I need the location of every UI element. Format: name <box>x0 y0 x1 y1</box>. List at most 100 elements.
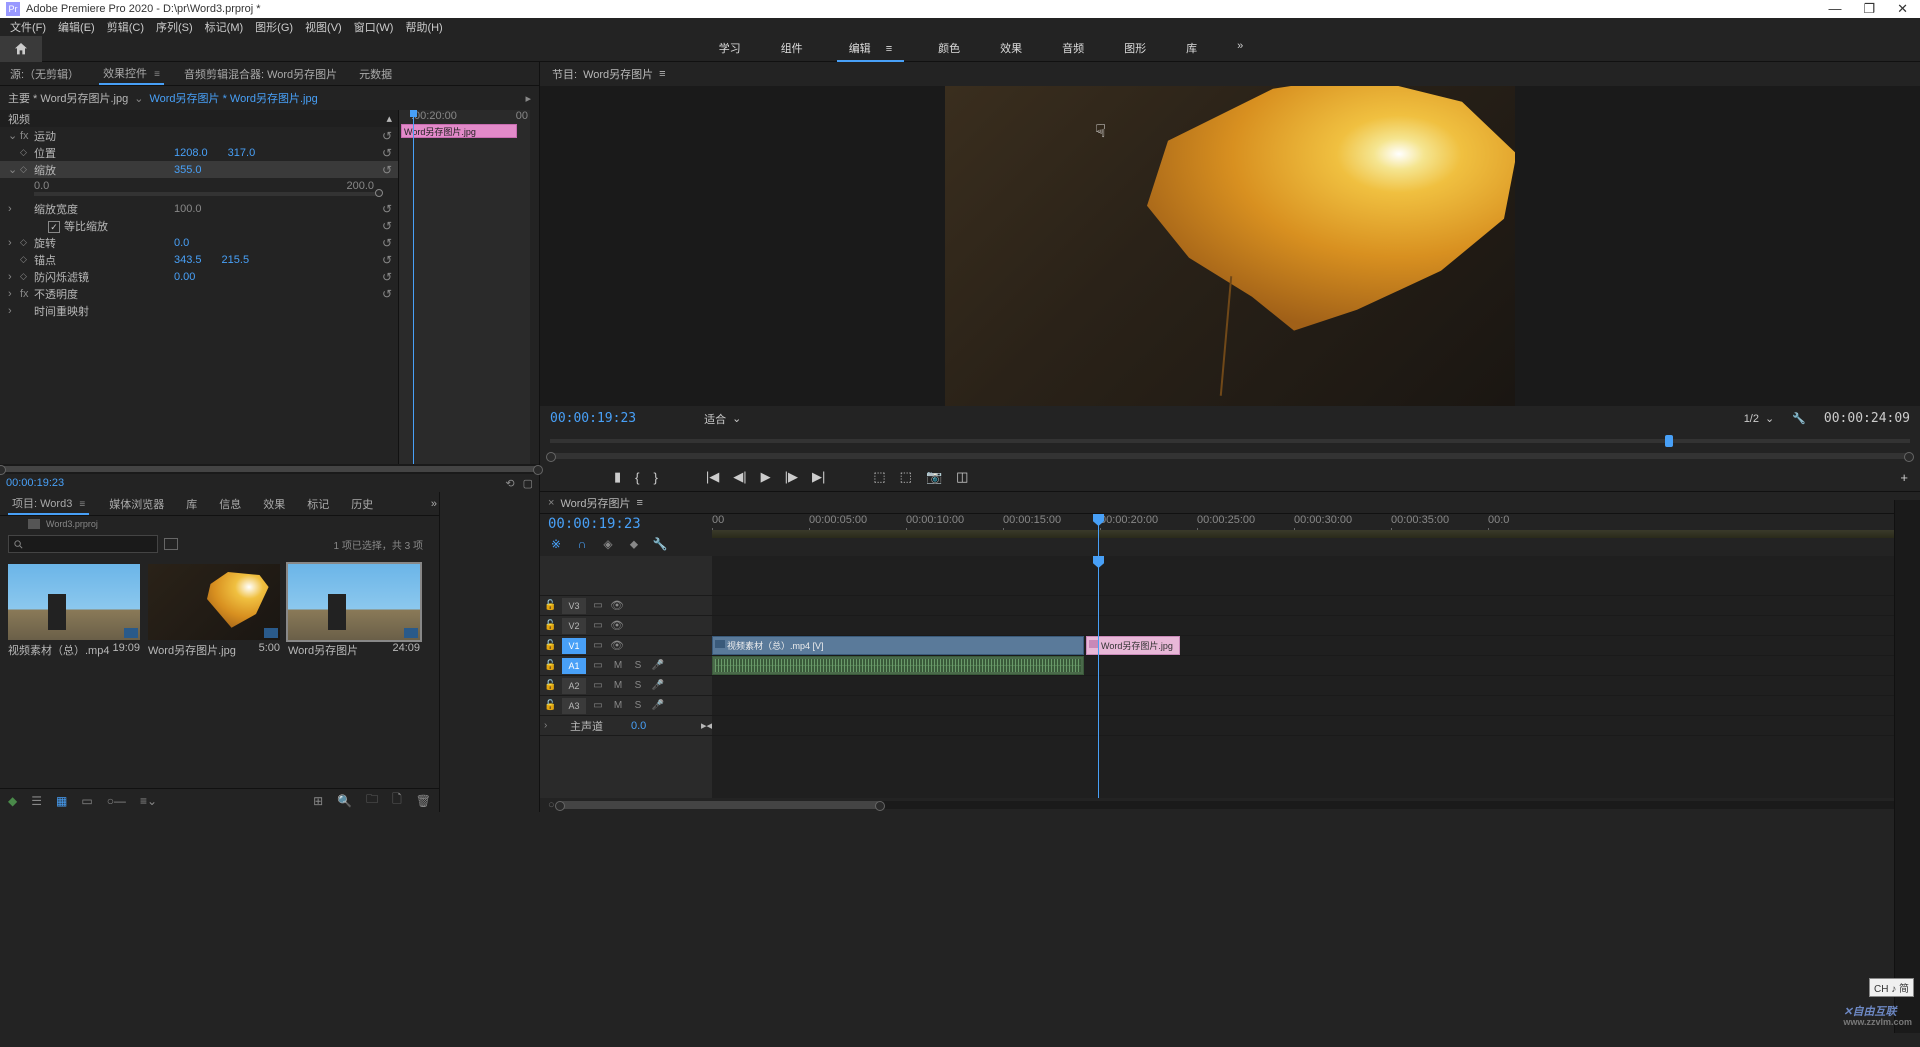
workspace-libraries[interactable]: 库 <box>1180 36 1203 62</box>
timeline-ruler[interactable]: 00 00:00:05:00 00:00:10:00 00:00:15:00 0… <box>712 514 1920 530</box>
ec-anchor-x[interactable]: 343.5 <box>174 254 202 266</box>
mute-icon[interactable]: M <box>610 700 626 711</box>
video-clip[interactable]: 视频素材（总）.mp4 [V] <box>712 636 1084 655</box>
expand-icon[interactable]: › <box>8 237 20 249</box>
track-header-a3[interactable]: 🔓A3▭MS🎤 <box>540 696 712 716</box>
expand-icon[interactable]: ⌄ <box>8 163 20 176</box>
track-name[interactable]: A3 <box>562 698 586 714</box>
mute-icon[interactable]: M <box>610 680 626 691</box>
step-forward-icon[interactable]: |▶ <box>785 469 798 485</box>
panel-menu-icon[interactable]: ≡ <box>637 497 643 509</box>
mark-out-icon[interactable]: } <box>654 470 658 485</box>
tab-media-browser[interactable]: 媒体浏览器 <box>107 494 166 514</box>
export-frame-icon[interactable]: 📷 <box>926 469 942 485</box>
stopwatch-icon[interactable]: ◇ <box>20 164 34 175</box>
master-value[interactable]: 0.0 <box>631 720 646 732</box>
workspace-learn[interactable]: 学习 <box>713 36 747 62</box>
fx-icon[interactable]: fx <box>20 130 34 142</box>
workspace-overflow[interactable]: » <box>1231 36 1249 62</box>
expand-icon[interactable]: › <box>8 203 20 215</box>
sync-lock-icon[interactable]: ▭ <box>590 640 606 651</box>
button-editor-icon[interactable]: + <box>1900 470 1920 485</box>
program-fit-dropdown[interactable]: 适合 ⌄ <box>704 411 741 427</box>
stopwatch-icon[interactable]: ◇ <box>20 147 34 158</box>
keyframe-icon[interactable]: ▸◂ <box>701 719 712 732</box>
freeform-view-icon[interactable]: ▭ <box>81 794 92 808</box>
ec-scale-slider[interactable] <box>34 192 380 196</box>
bin-item[interactable]: Word另存图片.jpg5:00 <box>148 564 280 658</box>
ec-h-scrollbar[interactable] <box>0 464 539 474</box>
timeline-h-scrollbar[interactable] <box>559 801 1902 809</box>
ec-opacity-label[interactable]: 不透明度 <box>34 286 174 302</box>
menu-file[interactable]: 文件(F) <box>8 19 48 35</box>
lock-icon[interactable]: 🔓 <box>544 700 558 711</box>
eye-icon[interactable]: 👁 <box>610 639 626 652</box>
marker-add-icon[interactable]: ▮ <box>614 469 621 485</box>
tab-effects[interactable]: 效果 <box>261 494 287 514</box>
track-v2-lane[interactable] <box>712 616 1920 636</box>
tab-effect-controls[interactable]: 效果控件 ≡ <box>99 63 164 85</box>
timeline-playhead[interactable] <box>1098 514 1099 556</box>
expand-icon[interactable]: › <box>8 271 20 283</box>
ec-timeline-clip[interactable]: Word另存图片.jpg <box>401 124 517 138</box>
expand-icon[interactable]: › <box>8 305 20 317</box>
menu-help[interactable]: 帮助(H) <box>403 19 444 35</box>
workspace-graphics[interactable]: 图形 <box>1118 36 1152 62</box>
comparison-view-icon[interactable]: ◫ <box>956 469 968 485</box>
expand-icon[interactable]: ⌄ <box>8 129 20 142</box>
track-a1-lane[interactable] <box>712 656 1920 676</box>
menu-markers[interactable]: 标记(M) <box>203 19 246 35</box>
ec-footer-timecode[interactable]: 00:00:19:23 <box>6 477 64 489</box>
tab-audio-mixer[interactable]: 音频剪辑混合器: Word另存图片 <box>182 64 339 84</box>
sync-lock-icon[interactable]: ▭ <box>590 700 606 711</box>
lock-icon[interactable]: 🔓 <box>544 600 558 611</box>
wrench-icon[interactable]: 🔧 <box>1792 412 1806 425</box>
track-header-master[interactable]: ›主声道0.0▸◂ <box>540 716 712 736</box>
solo-icon[interactable]: S <box>630 680 646 691</box>
marker-icon[interactable]: ◈ <box>600 536 616 552</box>
timeline-playhead-line[interactable] <box>1098 556 1099 798</box>
new-item-icon[interactable]: ◆ <box>8 794 17 808</box>
stopwatch-icon[interactable]: ◇ <box>20 254 34 265</box>
uniform-scale-checkbox[interactable] <box>48 221 60 233</box>
collapse-icon[interactable]: ▴ <box>386 112 392 125</box>
video-clip-image[interactable]: Word另存图片.jpg <box>1086 636 1180 655</box>
reset-icon[interactable]: ↺ <box>382 287 392 301</box>
track-name[interactable]: V3 <box>562 598 586 614</box>
ec-motion-label[interactable]: 运动 <box>34 128 174 144</box>
chevron-down-icon[interactable]: ⌄ <box>134 92 143 105</box>
voice-over-icon[interactable]: 🎤 <box>650 680 666 691</box>
ec-flicker-value[interactable]: 0.00 <box>174 271 195 283</box>
panel-overflow-icon[interactable]: » <box>429 496 439 512</box>
ec-position-x[interactable]: 1208.0 <box>174 147 208 159</box>
reset-icon[interactable]: ↺ <box>382 270 392 284</box>
tab-info[interactable]: 信息 <box>217 494 243 514</box>
voice-over-icon[interactable]: 🎤 <box>650 700 666 711</box>
list-view-icon[interactable]: ☰ <box>31 794 42 808</box>
ec-clip-link[interactable]: Word另存图片 * Word另存图片.jpg <box>149 90 317 106</box>
ec-position-y[interactable]: 317.0 <box>228 147 256 159</box>
sync-lock-icon[interactable]: ▭ <box>590 680 606 691</box>
play-icon[interactable]: ▸ <box>525 92 531 105</box>
go-to-in-icon[interactable]: |◀ <box>706 469 719 485</box>
zoom-slider-icon[interactable]: ○— <box>107 794 126 808</box>
workspace-assembly[interactable]: 组件 <box>775 36 809 62</box>
workspace-editing[interactable]: 编辑 ≡ <box>837 36 904 62</box>
find-icon[interactable]: 🔍 <box>337 794 352 808</box>
track-a2-lane[interactable] <box>712 676 1920 696</box>
workspace-audio[interactable]: 音频 <box>1056 36 1090 62</box>
ec-rotation-value[interactable]: 0.0 <box>174 237 189 249</box>
menu-clip[interactable]: 剪辑(C) <box>105 19 146 35</box>
mute-icon[interactable]: M <box>610 660 626 671</box>
step-back-icon[interactable]: ◀| <box>733 469 746 485</box>
track-name[interactable]: V1 <box>562 638 586 654</box>
track-header-a2[interactable]: 🔓A2▭MS🎤 <box>540 676 712 696</box>
ec-time-remap-label[interactable]: 时间重映射 <box>34 303 174 319</box>
ec-anchor-y[interactable]: 215.5 <box>222 254 250 266</box>
tab-history[interactable]: 历史 <box>349 494 375 514</box>
lock-icon[interactable]: 🔓 <box>544 680 558 691</box>
reset-icon[interactable]: ↺ <box>382 236 392 250</box>
icon-view-icon[interactable]: ▦ <box>56 794 67 808</box>
sort-icon[interactable]: ≡⌄ <box>140 794 157 808</box>
minimize-button[interactable]: — <box>1828 1 1841 17</box>
